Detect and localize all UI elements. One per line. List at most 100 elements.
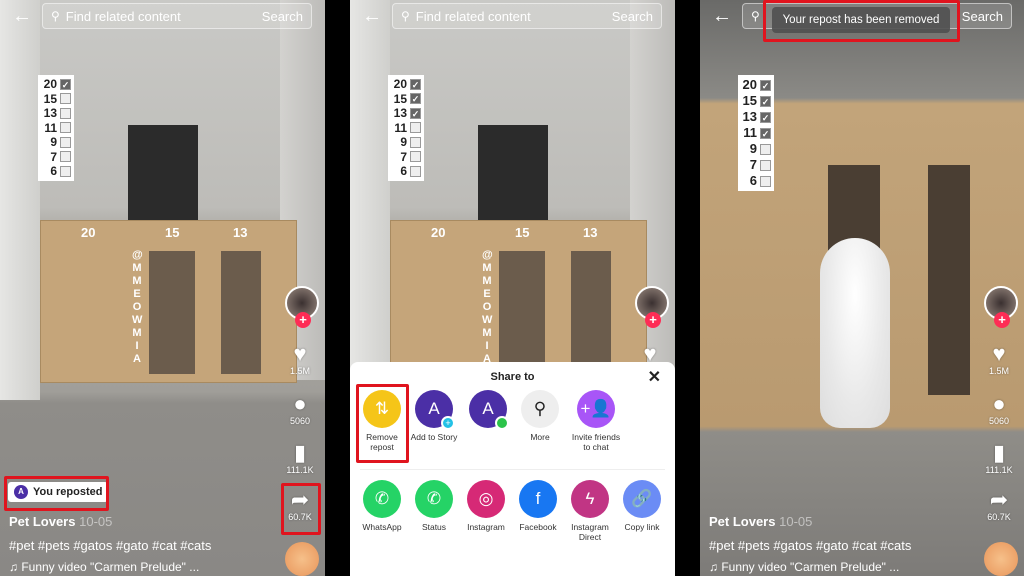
checklist-number: 9 <box>50 135 57 149</box>
music-disc-icon[interactable] <box>984 542 1018 576</box>
add-friend-icon: +👤 <box>577 390 615 428</box>
music-info[interactable]: ♫ Funny video "Carmen Prelude" ... <box>709 560 899 574</box>
search-icon: ⚲ <box>401 9 410 23</box>
checklist-row: 20 ✓ <box>391 77 421 92</box>
comment-count: 5060 <box>988 416 1010 426</box>
checklist-row: 20 ✓ <box>41 77 71 92</box>
search-button[interactable]: Search <box>962 9 1003 24</box>
follow-plus-icon[interactable]: + <box>994 312 1010 328</box>
checklist-row: 13 <box>41 106 71 121</box>
checklist-number: 11 <box>394 120 407 135</box>
checkbox-icon <box>410 151 421 163</box>
save-button[interactable]: ▮ 111.1K <box>280 441 320 476</box>
checklist-row: 13 ✓ <box>741 109 771 125</box>
share-option-label: Copy link <box>624 522 660 532</box>
checklist-row: 9 <box>741 141 771 157</box>
share-option-label: Facebook <box>519 522 557 532</box>
share-option-label: WhatsApp <box>362 522 402 532</box>
music-info[interactable]: ♫ Funny video "Carmen Prelude" ... <box>9 560 199 574</box>
checklist-row: 7 <box>741 157 771 173</box>
like-count: 1.5M <box>289 366 310 376</box>
like-button[interactable]: ♥ 1.5M <box>280 342 320 377</box>
back-arrow-icon[interactable]: ← <box>712 5 732 28</box>
share-option[interactable]: A <box>460 390 516 432</box>
checkbox-checked-icon: ✓ <box>410 78 421 90</box>
search-input[interactable]: Find related content <box>416 9 531 24</box>
share-option[interactable]: ⚲ More <box>512 390 568 442</box>
search-bar[interactable]: ⚲ Find related content Search <box>392 3 662 29</box>
like-count: 1.5M <box>988 366 1009 376</box>
comment-count: 5060 <box>289 416 311 426</box>
checklist-number: 20 <box>742 77 757 92</box>
instagram-icon: ◎ <box>467 480 505 518</box>
share-option-label: Status <box>421 522 447 532</box>
facebook-icon: f <box>519 480 557 518</box>
checkbox-icon <box>60 122 71 134</box>
link-icon: 🔗 <box>623 480 661 518</box>
share-count: 60.7K <box>987 512 1011 522</box>
search-bar[interactable]: ⚲ Find related content Search <box>42 3 312 29</box>
back-arrow-icon[interactable]: ← <box>12 5 32 28</box>
share-option[interactable]: ◎ Instagram <box>458 480 514 532</box>
cardboard-gate: 20 15 13 @MMEOWMIA <box>390 220 647 383</box>
hashtags[interactable]: #pet #pets #gatos #gato #cat #cats <box>709 538 911 553</box>
share-option[interactable]: 🔗 Copy link <box>614 480 670 532</box>
share-option[interactable]: ✆ WhatsApp <box>354 480 410 532</box>
share-option[interactable]: +👤 Invite friends to chat <box>568 390 624 452</box>
share-option[interactable]: f Facebook <box>510 480 566 532</box>
creator-avatar[interactable]: + <box>984 286 1018 328</box>
cat <box>820 238 890 428</box>
checkbox-checked-icon: ✓ <box>410 93 421 105</box>
back-arrow-icon[interactable]: ← <box>362 5 382 28</box>
save-button[interactable]: ▮ 111.1K <box>979 441 1019 476</box>
divider <box>360 469 665 470</box>
music-disc-icon[interactable] <box>285 542 319 576</box>
share-option[interactable]: ✆ Status <box>406 480 462 532</box>
creator-avatar[interactable]: + <box>635 286 669 328</box>
post-date: 10-05 <box>779 514 813 529</box>
checklist-row: 6 <box>741 173 771 189</box>
checkbox-icon <box>60 107 71 119</box>
author-line: Pet Lovers 10-05 <box>709 514 812 529</box>
board-label: 13 <box>583 225 598 240</box>
comment-button[interactable]: ● 5060 <box>280 392 320 427</box>
checklist-number: 15 <box>742 93 757 108</box>
checklist-number: 6 <box>749 173 757 188</box>
share-option-label: Instagram Direct <box>571 522 609 542</box>
checklist-number: 7 <box>400 149 407 164</box>
height-checklist: 20 ✓ 15 13 11 9 7 6 <box>38 75 74 181</box>
checklist-number: 13 <box>742 109 757 124</box>
share-sheet: Share to ✕ ⇅ Remove repost A + Add to Story A ⚲ M… <box>350 362 675 576</box>
share-option[interactable]: A + Add to Story <box>406 390 462 442</box>
height-checklist: 20 ✓ 15 ✓ 13 ✓ 11 9 7 6 <box>388 75 424 181</box>
search-icon: ⚲ <box>751 9 760 23</box>
like-button[interactable]: ♥ 1.5M <box>979 342 1019 377</box>
checklist-number: 15 <box>393 91 407 106</box>
highlight-box <box>763 0 960 42</box>
share-option-label: Add to Story <box>410 432 458 442</box>
checklist-number: 7 <box>749 157 757 172</box>
checkbox-icon <box>410 122 421 134</box>
author-name[interactable]: Pet Lovers <box>709 514 775 529</box>
checklist-number: 11 <box>44 120 57 135</box>
share-button[interactable]: ➦ 60.7K <box>979 488 1019 523</box>
creator-avatar[interactable]: + <box>285 286 319 328</box>
hashtags[interactable]: #pet #pets #gatos #gato #cat #cats <box>9 538 211 553</box>
checklist-number: 7 <box>50 149 57 164</box>
follow-plus-icon[interactable]: + <box>645 312 661 328</box>
gate-opening <box>149 251 195 374</box>
search-button[interactable]: Search <box>262 9 303 24</box>
close-icon[interactable]: ✕ <box>648 367 661 387</box>
avatar-online-icon: A <box>469 390 509 430</box>
checklist-row: 15 ✓ <box>741 93 771 109</box>
follow-plus-icon[interactable]: + <box>295 312 311 328</box>
board-label: 15 <box>515 225 530 240</box>
author-line: Pet Lovers 10-05 <box>9 514 112 529</box>
search-button[interactable]: Search <box>612 9 653 24</box>
share-option[interactable]: ϟ Instagram Direct <box>562 480 618 542</box>
author-name[interactable]: Pet Lovers <box>9 514 75 529</box>
search-input[interactable]: Find related content <box>66 9 181 24</box>
checklist-number: 20 <box>393 77 407 91</box>
comment-button[interactable]: ● 5060 <box>979 392 1019 427</box>
checkbox-checked-icon: ✓ <box>760 127 771 139</box>
